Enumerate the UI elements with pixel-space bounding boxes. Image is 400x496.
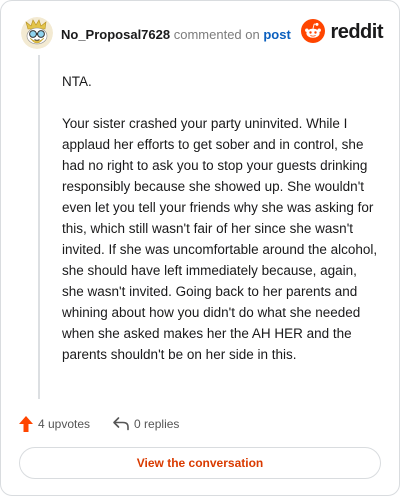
username-link[interactable]: No_Proposal7628 — [61, 27, 170, 42]
upvote-arrow-icon — [18, 415, 34, 433]
comment-paragraph: Your sister crashed your party uninvited… — [62, 116, 378, 362]
upvote-button[interactable]: 4 upvotes — [18, 415, 90, 433]
reddit-logo-icon — [301, 18, 326, 48]
post-link[interactable]: post — [263, 27, 290, 42]
reddit-logo-text: reddit — [330, 20, 383, 43]
byline: No_Proposal7628 commented on post — [61, 27, 291, 42]
upvote-count: 4 upvotes — [38, 417, 91, 431]
view-conversation-button[interactable]: View the conversation — [19, 447, 381, 479]
replies-button[interactable]: 0 replies — [112, 416, 179, 432]
reply-count: 0 replies — [134, 417, 180, 431]
reply-arrow-icon — [112, 416, 130, 432]
comment-body: NTA. Your sister crashed your party unin… — [62, 71, 380, 386]
user-avatar-icon[interactable] — [21, 17, 53, 49]
comment-paragraph: NTA. — [62, 74, 92, 89]
thread-line — [38, 55, 40, 399]
action-text: commented on — [173, 27, 260, 42]
comment-header: No_Proposal7628 commented on post reddit — [21, 17, 383, 51]
reddit-logo[interactable]: reddit — [301, 18, 383, 48]
embedded-comment-card: No_Proposal7628 commented on post reddit… — [0, 0, 400, 496]
comment-actions: 4 upvotes 0 replies — [18, 414, 179, 434]
